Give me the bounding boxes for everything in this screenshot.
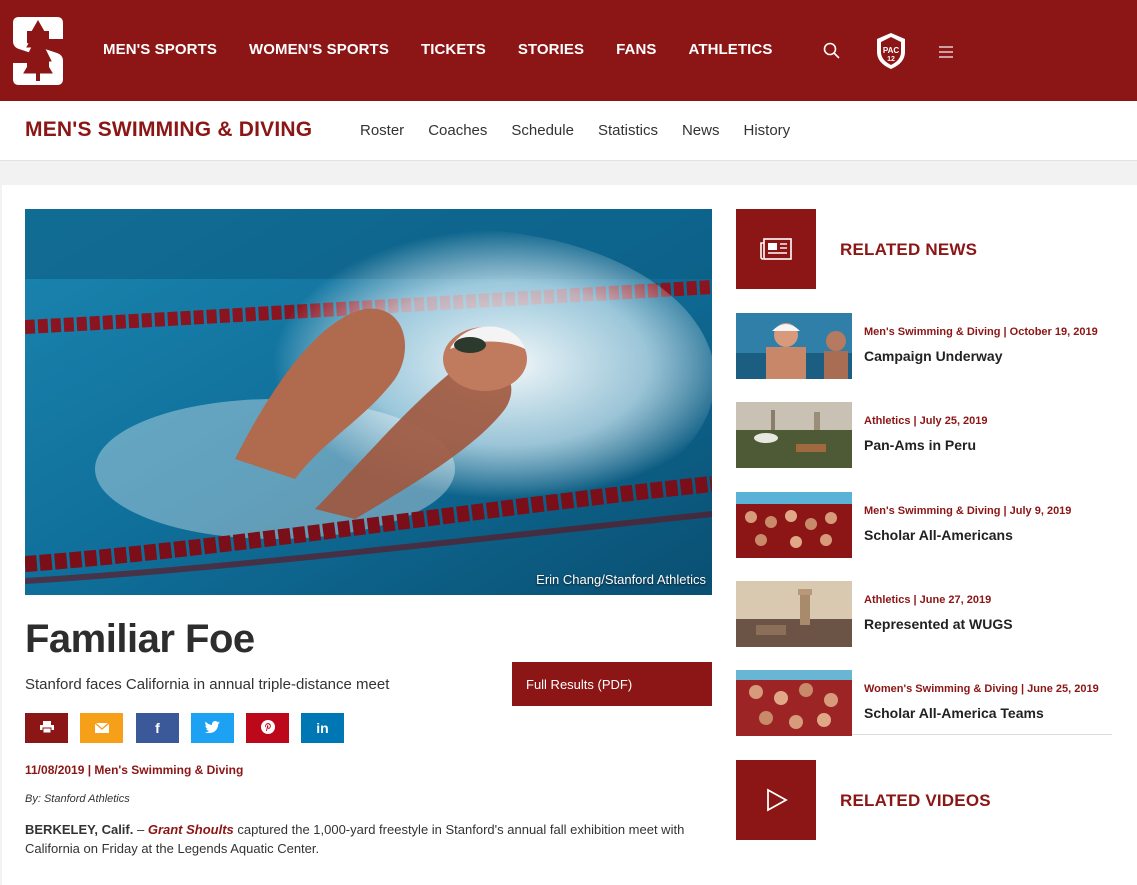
news-item[interactable]: Men's Swimming & Diving | October 19, 20… [736,313,1112,379]
news-item[interactable]: Athletics | June 27, 2019 Represented at… [736,581,1112,647]
news-item[interactable]: Athletics | July 25, 2019 Pan-Ams in Per… [736,402,1112,468]
related-videos-title: RELATED VIDEOS [840,791,991,810]
email-share-button[interactable] [80,713,123,743]
related-news-title: RELATED NEWS [840,240,978,259]
nav-athletics[interactable]: ATHLETICS [689,41,773,58]
newspaper-icon [760,238,792,265]
search-icon[interactable] [823,42,841,65]
news-item[interactable]: Men's Swimming & Diving | July 9, 2019 S… [736,492,1112,558]
sport-nav: Roster Coaches Schedule Statistics News … [360,122,814,139]
pinterest-share-button[interactable] [246,713,289,743]
facebook-icon: f [155,720,160,736]
news-thumbnail [736,492,852,558]
article-byline: By: Stanford Athletics [25,793,130,805]
news-thumbnail [736,313,852,379]
dateline-dash: – [133,822,148,837]
article-dateline: BERKELEY, Calif. [25,822,134,837]
news-title[interactable]: Pan-Ams in Peru [864,437,976,453]
article-body: BERKELEY, Calif. – Grant Shoults capture… [25,820,705,858]
svg-text:PAC: PAC [883,46,900,55]
sport-nav-statistics[interactable]: Statistics [598,122,658,139]
nav-fans[interactable]: FANS [616,41,656,58]
nav-tickets[interactable]: TICKETS [421,41,486,58]
news-meta: Men's Swimming & Diving | July 9, 2019 [864,505,1072,517]
sport-nav-news[interactable]: News [682,122,720,139]
news-meta: Athletics | July 25, 2019 [864,415,988,427]
news-title[interactable]: Scholar All-Americans [864,527,1013,543]
sport-nav-history[interactable]: History [743,122,790,139]
hero-photo-swimmer: Erin Chang/Stanford Athletics [25,209,712,595]
news-title[interactable]: Campaign Underway [864,348,1002,364]
facebook-share-button[interactable]: f [136,713,179,743]
news-item[interactable]: Women's Swimming & Diving | June 25, 201… [736,670,1112,736]
related-news-badge [736,209,816,289]
related-videos-badge [736,760,816,840]
hamburger-menu-icon[interactable] [939,45,953,64]
news-thumbnail [736,670,852,736]
sport-nav-coaches[interactable]: Coaches [428,122,487,139]
svg-text:12: 12 [887,56,895,63]
stanford-logo[interactable] [11,13,65,89]
pac12-logo[interactable]: PAC 12 [875,32,907,75]
main-nav: MEN'S SPORTS WOMEN'S SPORTS TICKETS STOR… [103,41,804,58]
play-icon [766,788,788,817]
nav-stories[interactable]: STORIES [518,41,584,58]
news-title[interactable]: Scholar All-America Teams [864,705,1044,721]
article-date-sport: 11/08/2019 | Men's Swimming & Diving [25,763,244,777]
print-button[interactable] [25,713,68,743]
nav-mens-sports[interactable]: MEN'S SPORTS [103,41,217,58]
news-thumbnail [736,581,852,647]
twitter-icon [205,720,220,736]
news-meta: Athletics | June 27, 2019 [864,594,992,606]
full-results-pdf-button[interactable]: Full Results (PDF) [512,662,712,706]
photo-credit: Erin Chang/Stanford Athletics [536,572,706,587]
email-icon [94,720,109,736]
news-meta: Women's Swimming & Diving | June 25, 201… [864,683,1099,695]
news-meta: Men's Swimming & Diving | October 19, 20… [864,326,1098,338]
nav-womens-sports[interactable]: WOMEN'S SPORTS [249,41,389,58]
news-title[interactable]: Represented at WUGS [864,616,1013,632]
sport-nav-roster[interactable]: Roster [360,122,404,139]
sport-title[interactable]: MEN'S SWIMMING & DIVING [25,118,312,142]
news-thumbnail [736,402,852,468]
pinterest-icon [260,719,275,737]
athlete-link[interactable]: Grant Shoults [148,822,234,837]
article-subtitle: Stanford faces California in annual trip… [25,676,390,693]
linkedin-share-button[interactable]: in [301,713,344,743]
article-title: Familiar Foe [25,617,255,661]
sport-nav-schedule[interactable]: Schedule [511,122,574,139]
print-icon [39,720,54,736]
twitter-share-button[interactable] [191,713,234,743]
news-divider [852,734,1112,735]
linkedin-icon: in [316,720,329,736]
